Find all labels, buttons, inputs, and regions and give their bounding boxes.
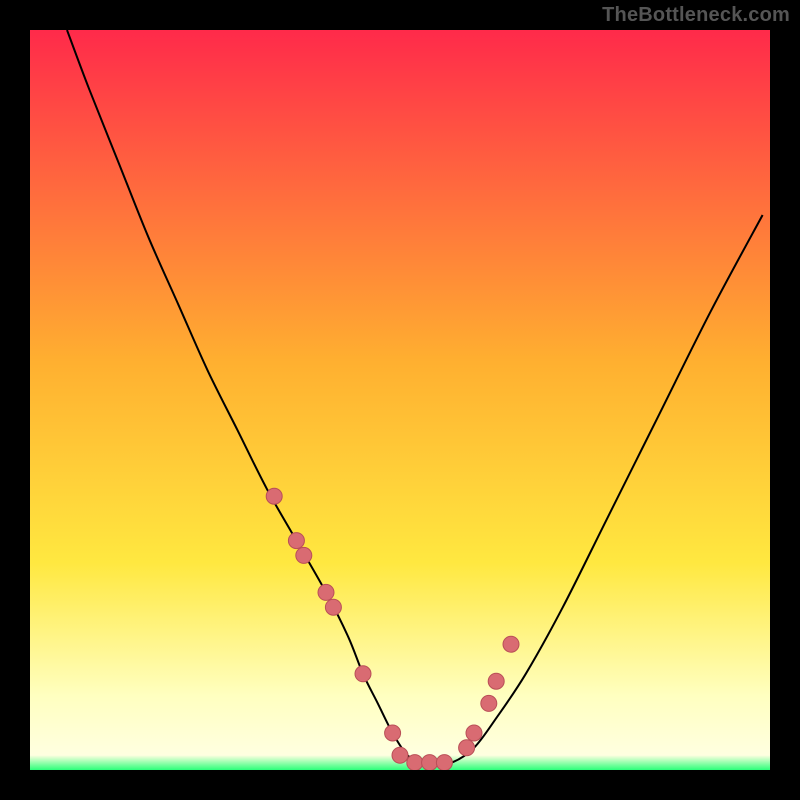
data-marker xyxy=(325,599,341,615)
data-marker xyxy=(385,725,401,741)
data-marker xyxy=(488,673,504,689)
data-marker xyxy=(266,488,282,504)
gradient-background xyxy=(30,30,770,770)
data-marker xyxy=(503,636,519,652)
data-marker xyxy=(355,666,371,682)
data-marker xyxy=(422,755,438,770)
data-marker xyxy=(436,755,452,770)
chart-frame: TheBottleneck.com xyxy=(0,0,800,800)
data-marker xyxy=(296,547,312,563)
plot-area xyxy=(30,30,770,770)
bottleneck-chart xyxy=(30,30,770,770)
data-marker xyxy=(392,747,408,763)
data-marker xyxy=(466,725,482,741)
data-marker xyxy=(288,533,304,549)
data-marker xyxy=(481,695,497,711)
data-marker xyxy=(407,755,423,770)
data-marker xyxy=(459,740,475,756)
watermark-label: TheBottleneck.com xyxy=(602,4,790,27)
data-marker xyxy=(318,584,334,600)
